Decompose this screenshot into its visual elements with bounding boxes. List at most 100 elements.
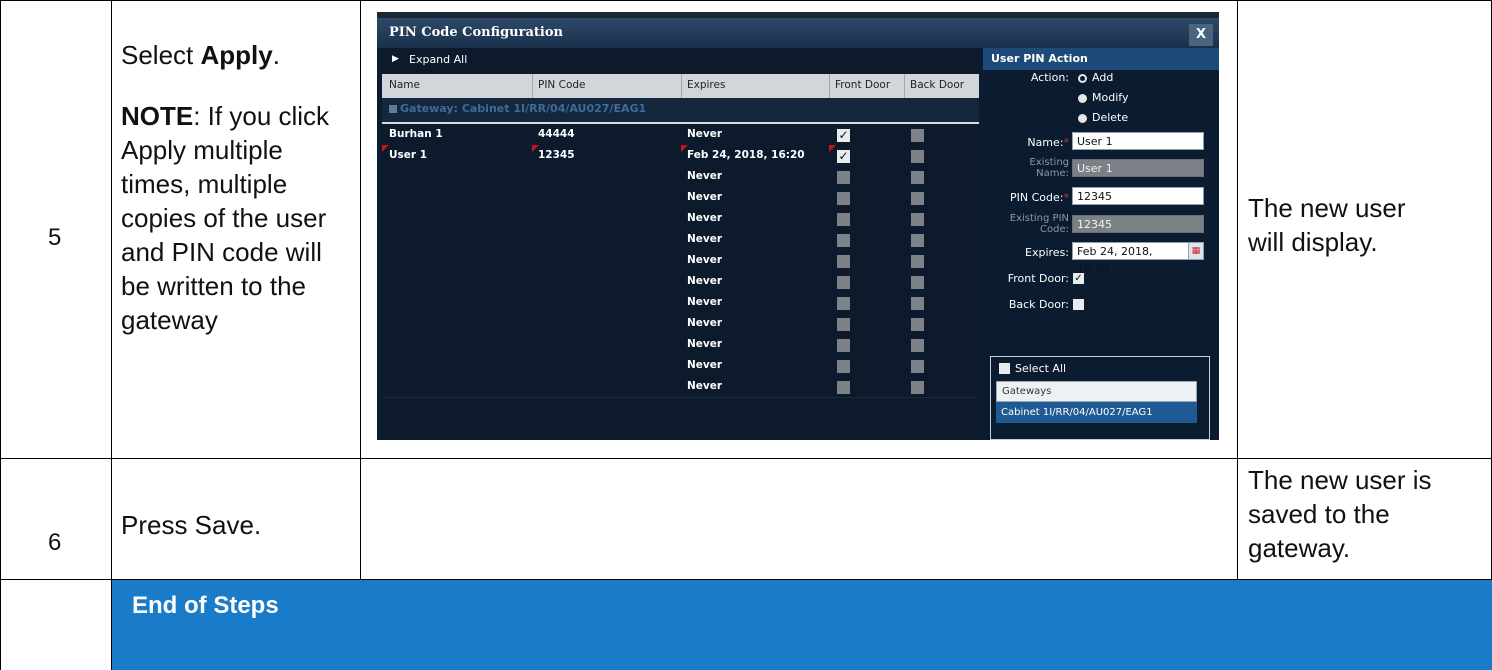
action-radio-modify[interactable]: Modify: [1078, 91, 1128, 104]
column-header-name[interactable]: Name: [389, 79, 420, 91]
action-radio-delete[interactable]: Delete: [1078, 111, 1128, 124]
modified-flag-icon: [681, 145, 688, 152]
pin-code-configuration-dialog: PIN Code Configuration X ▶ Expand All Na…: [377, 12, 1219, 440]
modified-flag-icon: [829, 145, 836, 152]
gateways-column-header[interactable]: Gateways: [996, 381, 1197, 402]
back-door-checkbox[interactable]: [911, 171, 924, 184]
column-separator: [904, 74, 905, 98]
back-door-checkbox[interactable]: [911, 360, 924, 373]
front-door-checkbox[interactable]: [837, 318, 850, 331]
cell-name: Burhan 1: [389, 128, 443, 140]
radio-icon: [1078, 113, 1087, 123]
modified-flag-icon: [532, 145, 539, 152]
column-header-pin-code[interactable]: PIN Code: [538, 79, 586, 91]
front-door-checkbox[interactable]: [837, 339, 850, 352]
front-door-checkbox[interactable]: [837, 234, 850, 247]
front-door-checkbox[interactable]: [837, 192, 850, 205]
column-divider-3: [1237, 0, 1238, 580]
procedure-table: 5 Select Apply. NOTE: If you click Apply…: [0, 0, 1492, 670]
front-door-checkbox[interactable]: [837, 171, 850, 184]
step-note: NOTE: If you click Apply multiple times,…: [121, 99, 353, 337]
table-row[interactable]: Never: [382, 250, 979, 272]
front-door-checkbox[interactable]: [837, 213, 850, 226]
table-row[interactable]: Never: [382, 166, 979, 188]
column-divider-1: [111, 0, 112, 670]
cell-expires: Never: [687, 170, 723, 182]
pin-label-text: PIN Code:: [1010, 191, 1064, 204]
front-door-checkbox[interactable]: [837, 276, 850, 289]
back-door-checkbox[interactable]: [911, 339, 924, 352]
close-button[interactable]: X: [1189, 24, 1213, 46]
table-row[interactable]: Never: [382, 292, 979, 314]
table-border-top: [0, 0, 1492, 1]
note-label: NOTE: [121, 101, 194, 131]
table-row[interactable]: Never: [382, 334, 979, 356]
back-door-checkbox[interactable]: [911, 234, 924, 247]
column-separator: [829, 74, 830, 98]
select-all-label: Select All: [1015, 362, 1067, 375]
expand-all-toggle[interactable]: ▶ Expand All: [382, 48, 979, 74]
name-input[interactable]: User 1: [1072, 132, 1204, 150]
cell-expires: Never: [687, 191, 723, 203]
table-row[interactable]: Never: [382, 313, 979, 335]
front-door-checkbox[interactable]: ✓: [1073, 273, 1084, 284]
select-all-checkbox[interactable]: [999, 363, 1010, 374]
table-row[interactable]: Never: [382, 271, 979, 293]
pin-code-input[interactable]: 12345: [1072, 187, 1204, 205]
cell-expires: Never: [687, 233, 723, 245]
existing-name-label: Existing Name:: [983, 157, 1069, 179]
front-door-checkbox[interactable]: ✓: [837, 129, 850, 142]
name-label: Name:*: [983, 136, 1069, 149]
column-header-front-door[interactable]: Front Door: [835, 79, 890, 91]
back-door-checkbox[interactable]: [911, 297, 924, 310]
existing-name-field: User 1: [1072, 159, 1204, 177]
action-radio-add[interactable]: Add: [1078, 71, 1113, 84]
gateway-list-item[interactable]: Cabinet 1I/RR/04/AU027/EAG1: [996, 402, 1197, 423]
cell-pin-code: 44444: [538, 128, 575, 140]
radio-label: Delete: [1092, 111, 1129, 124]
back-door-checkbox[interactable]: [911, 276, 924, 289]
front-door-checkbox[interactable]: [837, 381, 850, 394]
expires-input[interactable]: Feb 24, 2018, 16:20 ▦: [1072, 242, 1204, 276]
note-text: : If you click Apply multiple times, mul…: [121, 101, 330, 335]
column-header-back-door[interactable]: Back Door: [910, 79, 964, 91]
calendar-icon[interactable]: ▦: [1188, 243, 1203, 259]
back-door-checkbox[interactable]: [911, 318, 924, 331]
back-door-checkbox[interactable]: [911, 129, 924, 142]
table-row[interactable]: Never: [382, 187, 979, 209]
column-separator: [532, 74, 533, 98]
front-door-checkbox[interactable]: [837, 297, 850, 310]
column-header-expires[interactable]: Expires: [687, 79, 725, 91]
back-door-checkbox[interactable]: [911, 192, 924, 205]
back-door-checkbox[interactable]: [911, 150, 924, 163]
collapse-icon[interactable]: [389, 105, 397, 113]
label-line: Existing PIN: [1009, 213, 1069, 224]
table-row[interactable]: Never: [382, 229, 979, 251]
table-row[interactable]: User 1 12345 Feb 24, 2018, 16:20 ✓: [382, 145, 979, 167]
front-door-checkbox[interactable]: [837, 360, 850, 373]
table-row[interactable]: Never: [382, 376, 979, 398]
gateway-group-row[interactable]: Gateway: Cabinet 1I/RR/04/AU027/EAG1: [382, 98, 979, 124]
cell-expires: Never: [687, 380, 723, 392]
pin-code-label: PIN Code:*: [983, 191, 1069, 204]
end-of-steps-label: End of Steps: [132, 592, 279, 619]
dialog-title: PIN Code Configuration: [389, 25, 563, 40]
front-door-checkbox[interactable]: ✓: [837, 150, 850, 163]
step-result: The new user will display.: [1248, 193, 1406, 257]
back-door-checkbox[interactable]: [1073, 299, 1084, 310]
step-result: The new user is saved to the gateway.: [1248, 465, 1432, 563]
table-row[interactable]: Burhan 1 44444 Never ✓: [382, 124, 979, 146]
back-door-checkbox[interactable]: [911, 213, 924, 226]
back-door-checkbox[interactable]: [911, 255, 924, 268]
table-row[interactable]: Never: [382, 355, 979, 377]
front-door-label: Front Door:: [1007, 272, 1069, 285]
label-line: Name:: [1036, 168, 1069, 179]
cell-expires: Feb 24, 2018, 16:20: [687, 149, 805, 161]
expand-triangle-icon: ▶: [392, 54, 399, 64]
dialog-titlebar: PIN Code Configuration X: [377, 18, 1219, 48]
back-door-checkbox[interactable]: [911, 381, 924, 394]
front-door-checkbox[interactable]: [837, 255, 850, 268]
table-row[interactable]: Never: [382, 208, 979, 230]
cell-expires: Never: [687, 275, 723, 287]
back-door-label: Back Door:: [1008, 298, 1069, 311]
